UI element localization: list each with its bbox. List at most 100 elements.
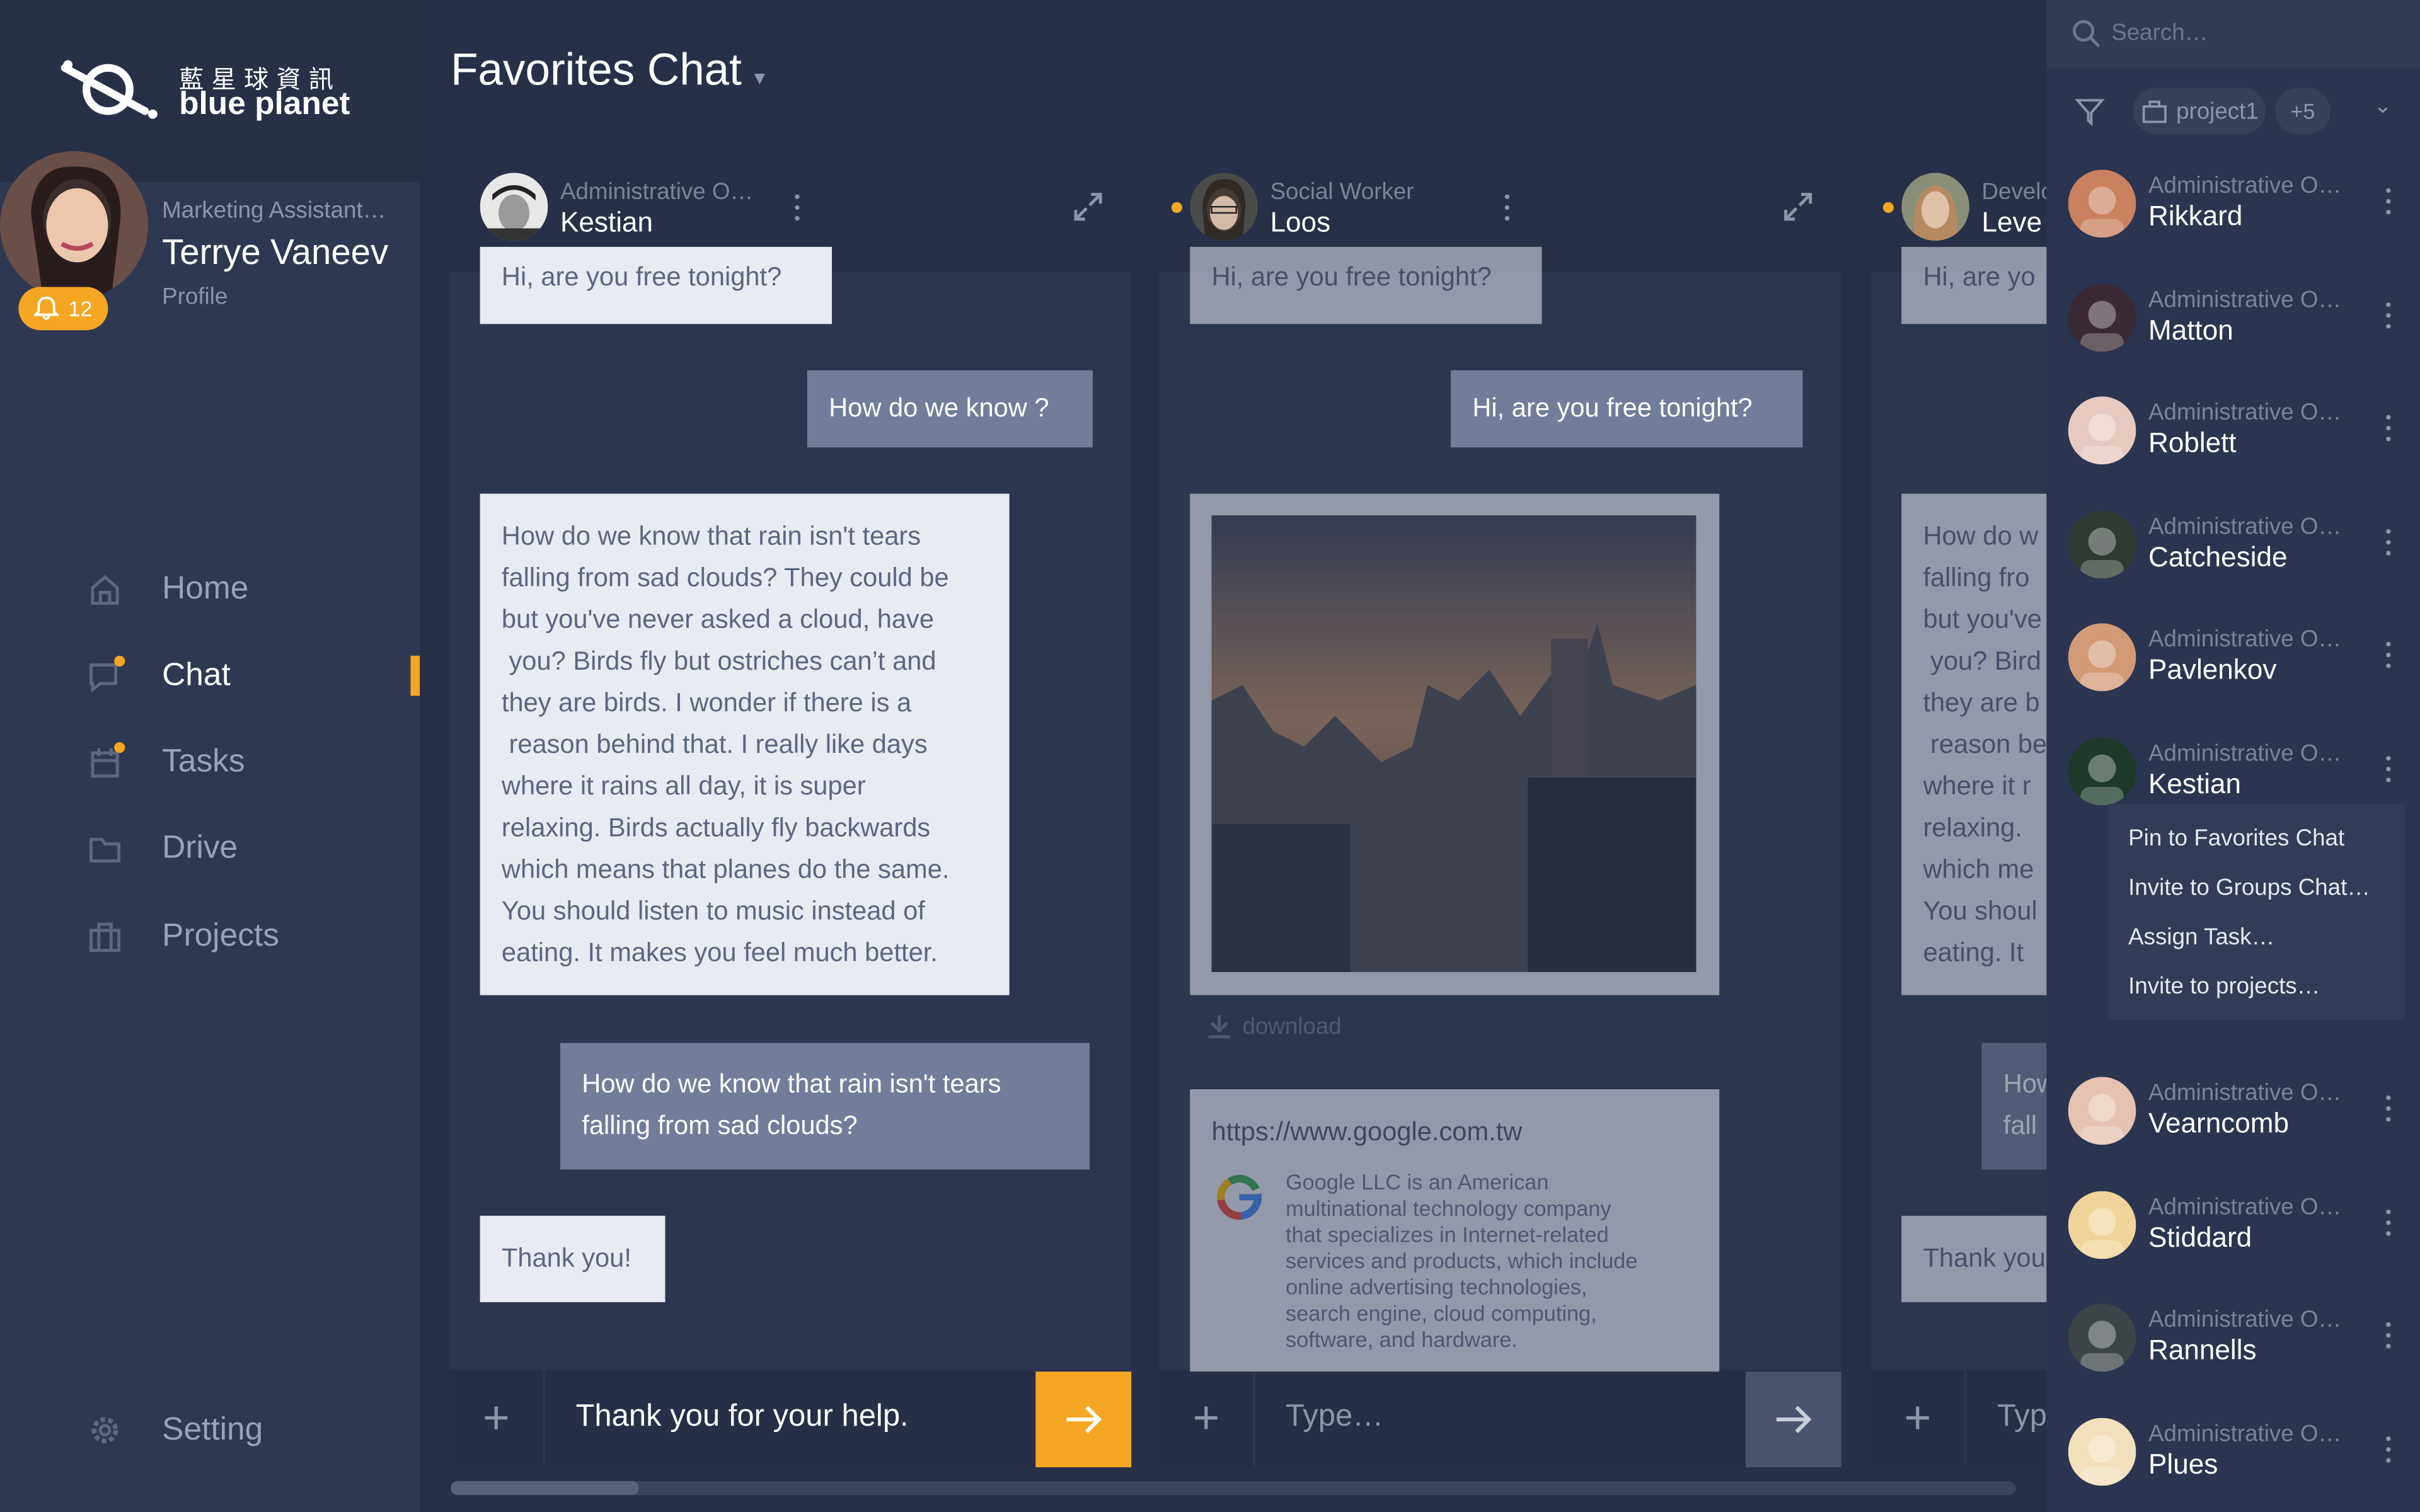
contact-name: Roblett [2148,427,2237,459]
home-icon [85,570,125,610]
message-list: Hi, are yo How do w falling fro but you'… [1870,246,2047,1370]
chat-icon [85,655,125,696]
more-icon[interactable] [1504,194,1511,226]
chevron-down-icon[interactable]: ⌄ [2374,93,2392,119]
expand-icon[interactable] [1073,192,1103,222]
contact-name: Stiddard [2148,1222,2252,1253]
page-title-text: Favorites Chat [451,46,742,96]
link-desc-line: software, and hardware. [1286,1327,1518,1352]
image-message[interactable] [1190,493,1720,995]
contact-role: Social Worker [1270,179,1414,205]
contact-item[interactable]: Administrative O… Rannells [2046,1288,2420,1387]
download-link[interactable]: download [1206,1012,1342,1040]
scrollbar-thumb[interactable] [451,1481,639,1496]
message-input[interactable]: Typ [1997,1399,2046,1435]
download-icon [1208,1015,1230,1039]
send-button[interactable] [1745,1372,1841,1467]
contact-item[interactable]: Administrative O… Matton [2046,268,2420,367]
nav-projects[interactable]: Projects [85,906,420,968]
link-preview[interactable]: https://www.google.com.tw Google LLC is … [1190,1089,1720,1383]
nav-drive-label: Drive [162,830,238,866]
avatar[interactable] [1190,173,1258,241]
avatar[interactable] [1901,173,1969,241]
avatar [2068,1418,2136,1486]
more-icon[interactable] [2386,756,2392,787]
contact-role: Administrative O… [560,179,754,205]
avatar [2068,1077,2136,1145]
page-title[interactable]: Favorites Chat ▾ [451,46,765,97]
message-line: but you've [1923,605,2042,634]
contacts-panel: Search… project1 +5 ⌄ Administrative O… R… [2046,0,2420,1512]
nav-chat-label: Chat [162,657,231,693]
nav-setting[interactable]: Setting [85,1399,420,1461]
avatar [2068,737,2136,806]
more-icon[interactable] [2386,1322,2392,1353]
contact-role: Administrative O… [2148,1421,2342,1448]
message-line: How do we know that rain isn't tears [582,1069,1001,1099]
chat-column-leve: Develo Leve Hi, are yo How do w falling … [1870,161,2047,1466]
contact-name: Matton [2148,314,2233,346]
link-desc-line: multinational technology company [1286,1195,1611,1221]
project-filter-label: project1 [2176,98,2259,125]
contact-role: Administrative O… [2148,740,2342,767]
menu-item-invite-projects[interactable]: Invite to projects… [2108,968,2404,1017]
more-icon[interactable] [2386,1436,2392,1467]
more-filters-chip[interactable]: +5 [2274,88,2331,135]
contact-role: Administrative O… [2148,1194,2342,1221]
filter-icon[interactable] [2074,96,2105,127]
message-bubble: How do we know ? [807,370,1093,448]
message-line: where it rains all day, it is super [501,771,866,801]
nav-projects-label: Projects [162,918,279,954]
message-list: Hi, are you free tonight? Hi, are you fr… [1159,246,1841,1383]
message-bubble: Hi, are yo [1901,246,2047,324]
gear-icon [85,1410,125,1450]
more-icon[interactable] [2386,415,2392,446]
add-attachment-button[interactable]: + [449,1372,545,1467]
notification-badge[interactable]: 12 [18,287,108,331]
chevron-down-icon: ▾ [754,64,765,90]
contact-item[interactable]: Administrative O… Rikkard [2046,154,2420,253]
horizontal-scrollbar[interactable] [451,1481,2016,1496]
more-icon[interactable] [2386,302,2392,333]
avatar[interactable] [480,173,548,241]
project-filter-chip[interactable]: project1 [2133,88,2266,135]
more-icon[interactable] [2386,188,2392,219]
contact-item[interactable]: Administrative O… Roblett [2046,381,2420,480]
add-attachment-button[interactable]: + [1159,1372,1255,1467]
nav-home[interactable]: Home [85,559,420,621]
contact-item[interactable]: Administrative O… Pavlenkov [2046,608,2420,707]
more-icon[interactable] [795,194,801,226]
contact-role: Administrative O… [2148,626,2342,653]
menu-item-assign-task[interactable]: Assign Task… [2108,918,2404,967]
add-attachment-button[interactable]: + [1870,1372,1967,1466]
more-icon[interactable] [2386,1095,2392,1126]
more-icon[interactable] [2386,1210,2392,1240]
search-bar[interactable]: Search… [2046,0,2420,68]
message-line: you? Birds fly but ostriches can’t and [501,646,936,676]
message-input[interactable]: Type… [1286,1399,1383,1435]
contact-item[interactable]: Administrative O… Stiddard [2046,1176,2420,1274]
planet-logo-icon [60,60,158,119]
nav-tasks[interactable]: Tasks [85,731,420,793]
nav-drive[interactable]: Drive [85,818,420,879]
contact-name: Pavlenkov [2148,654,2277,685]
profile-avatar[interactable] [0,151,149,300]
city-photo [1211,515,1698,972]
menu-item-invite-groups[interactable]: Invite to Groups Chat… [2108,869,2404,918]
link-url: https://www.google.com.tw [1211,1117,1523,1147]
send-button[interactable] [1035,1372,1132,1467]
message-input[interactable]: Thank you for your help. [575,1399,908,1435]
contact-item[interactable]: Administrative O… Catcheside [2046,495,2420,594]
contact-item[interactable]: Administrative O… Plues [2046,1402,2420,1501]
contact-item[interactable]: Administrative O… Vearncomb [2046,1062,2420,1160]
more-icon[interactable] [2386,641,2392,673]
nav-chat[interactable]: Chat [85,645,420,707]
menu-item-pin-favorites[interactable]: Pin to Favorites Chat [2108,819,2404,868]
profile-link[interactable]: Profile [162,284,228,311]
more-icon[interactable] [2386,529,2392,560]
expand-icon[interactable] [1783,192,1814,222]
avatar [2068,1303,2136,1372]
message-input-bar: + Thank you for your help. [449,1372,1132,1467]
message-bubble: How fall [1981,1043,2047,1170]
search-input[interactable]: Search… [2111,20,2208,47]
